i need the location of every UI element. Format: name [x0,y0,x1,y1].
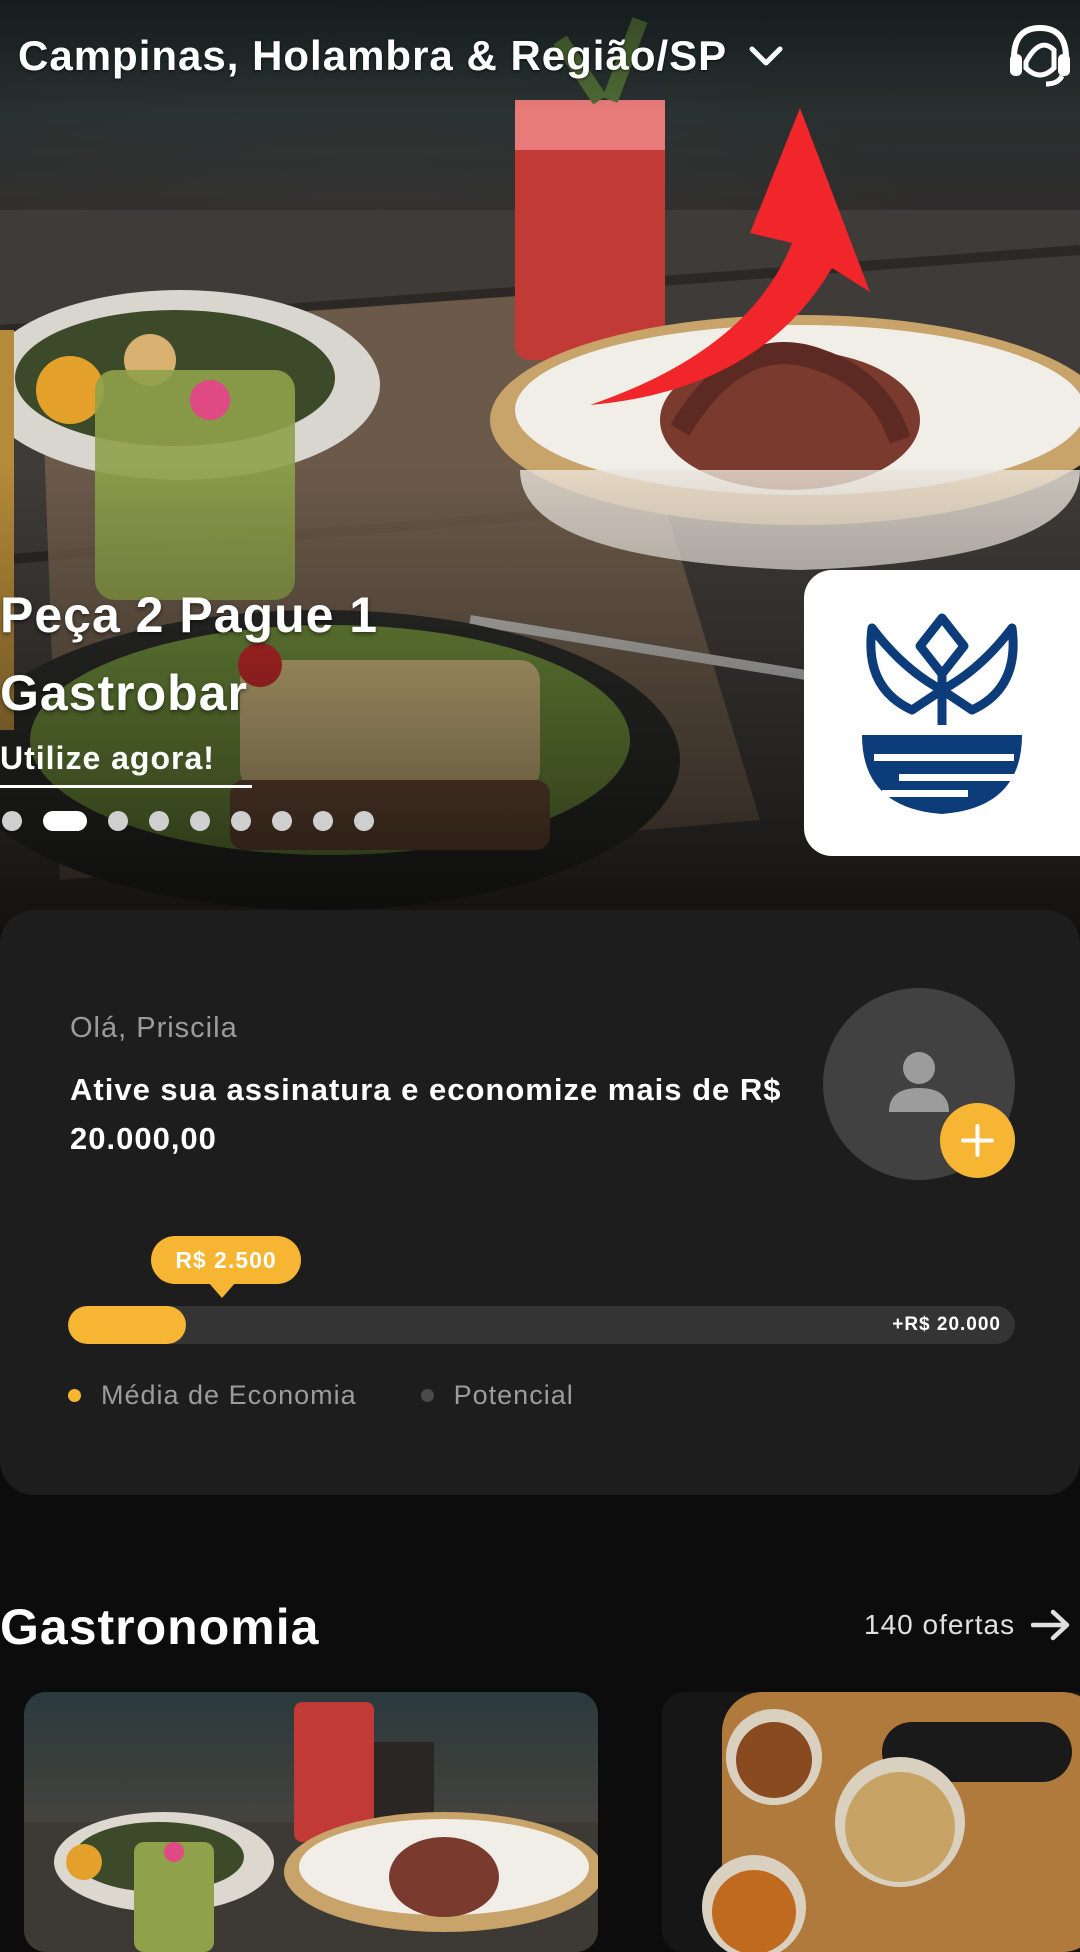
savings-progress-bar: +R$ 20.000 [68,1306,1015,1344]
arrow-right-icon [1031,1609,1070,1641]
tooltip-pointer [208,1282,236,1298]
user-avatar-icon [889,1052,949,1112]
savings-progress-fill [68,1306,187,1344]
legend-item-average: Média de Economia [68,1380,357,1411]
lotus-logo-icon [862,613,1022,814]
promo-title[interactable]: Peça 2 Pague 1 Gastrobar [0,576,378,732]
carousel-dot[interactable] [149,811,169,831]
location-label: Campinas, Holambra & Região/SP [18,32,728,79]
carousel-dot[interactable] [272,811,292,831]
carousel-dot[interactable] [2,811,22,831]
legend-dot-potential [420,1389,434,1402]
subscription-headline: Ative sua assinatura e economize mais de… [70,1072,782,1156]
section-title-gastronomy: Gastronomia [0,1599,320,1655]
offer-card-gastrobar[interactable] [24,1692,598,1952]
offer-card-beer[interactable] [662,1692,1080,1952]
add-photo-button[interactable] [940,1103,1015,1178]
savings-value-tooltip: R$ 2.500 [151,1236,301,1284]
carousel-dot-active[interactable] [43,811,87,831]
offers-count-label: 140 ofertas [864,1609,1016,1640]
legend-dot-average [68,1389,81,1402]
greeting-text: Olá, Priscila [70,1012,238,1044]
promo-title-line2: Gastrobar [0,665,248,721]
legend-label-potential: Potencial [453,1380,574,1410]
carousel-pagination [2,811,395,831]
offer-image [662,1692,1080,1952]
carousel-dot[interactable] [108,811,128,831]
headset-support-icon[interactable] [1006,22,1074,88]
partner-logo[interactable] [804,570,1080,856]
carousel-dot[interactable] [190,811,210,831]
offer-image [24,1702,598,1952]
legend-label-average: Média de Economia [101,1380,357,1410]
carousel-dot[interactable] [354,811,374,831]
location-selector[interactable]: Campinas, Holambra & Região/SP [18,32,785,80]
progress-legend: Média de Economia Potencial [68,1380,638,1411]
promo-title-line1: Peça 2 Pague 1 [0,587,379,643]
carousel-dot[interactable] [231,811,251,831]
top-bar: Campinas, Holambra & Região/SP [0,0,1080,120]
see-all-offers-link[interactable]: 140 ofertas [864,1608,1071,1642]
plus-icon [961,1124,994,1157]
chevron-down-icon [749,46,783,66]
potential-max-label: +R$ 20.000 [892,1314,1001,1335]
carousel-dot[interactable] [313,811,333,831]
use-now-link[interactable]: Utilize agora! [0,740,252,788]
hero-banner[interactable]: Campinas, Holambra & Região/SP Peça 2 Pa… [0,0,1080,930]
legend-item-potential: Potencial [420,1380,574,1411]
